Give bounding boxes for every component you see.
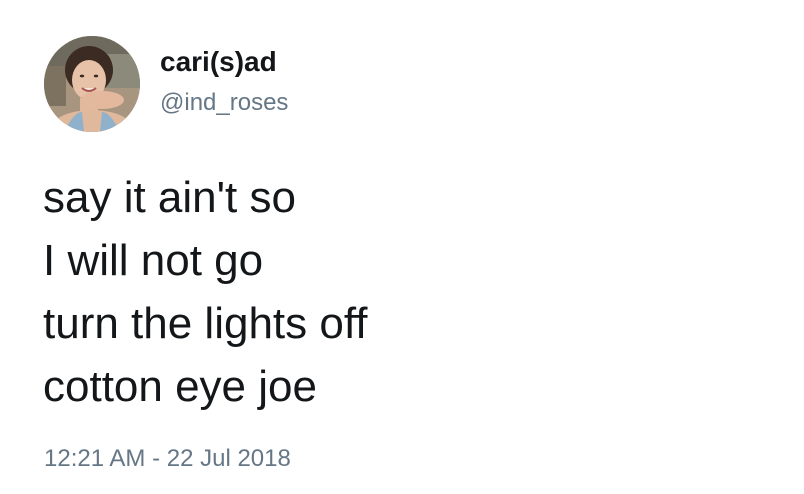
tweet-timestamp[interactable]: 12:21 AM - 22 Jul 2018 <box>44 444 291 474</box>
tweet-line: turn the lights off <box>43 299 368 348</box>
tweet-text: say it ain't so I will not go turn the l… <box>43 166 783 418</box>
display-name[interactable]: cari(s)ad <box>160 45 277 79</box>
user-handle[interactable]: @ind_roses <box>160 88 288 118</box>
avatar-photo <box>44 36 140 132</box>
tweet-line: I will not go <box>43 236 264 285</box>
avatar[interactable] <box>44 36 140 132</box>
tweet-line: cotton eye joe <box>43 362 317 411</box>
tweet-card: cari(s)ad @ind_roses say it ain't so I w… <box>0 0 804 494</box>
tweet-line: say it ain't so <box>43 173 296 222</box>
